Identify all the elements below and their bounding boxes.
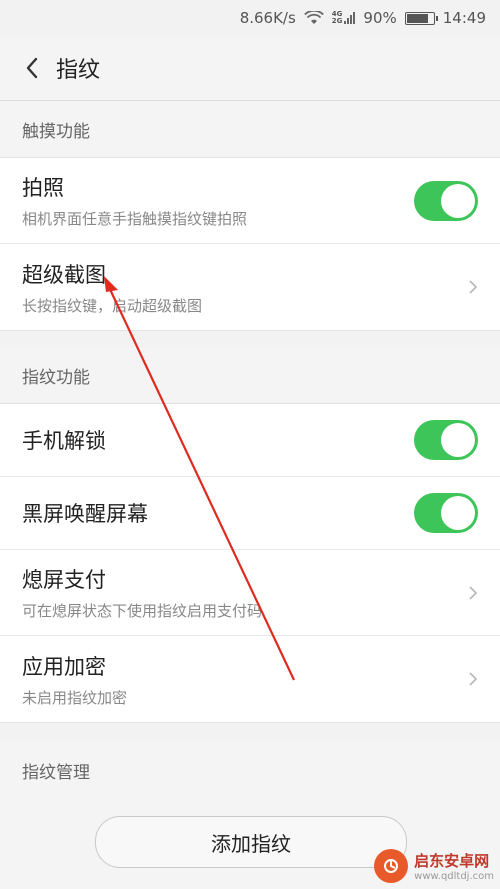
- touch-settings-card: 拍照 相机界面任意手指触摸指纹键拍照 超级截图 长按指纹键，启动超级截图: [0, 157, 500, 331]
- fingerprint-settings-card: 手机解锁 黑屏唤醒屏幕 熄屏支付 可在熄屏状态下使用指纹启用支付码 应用加密 未…: [0, 403, 500, 723]
- chevron-right-icon: [469, 585, 478, 600]
- section-label-manage: 指纹管理: [0, 740, 500, 800]
- setting-title-wake-screen: 黑屏唤醒屏幕: [22, 502, 148, 526]
- cellular-signal-icon: 4G 2G: [332, 11, 356, 25]
- battery-percent: 90%: [363, 9, 397, 27]
- watermark-name: 启东安卓网: [414, 852, 490, 870]
- photo-toggle[interactable]: [414, 180, 478, 221]
- setting-subtitle-photo: 相机界面任意手指触摸指纹键拍照: [22, 210, 248, 228]
- chevron-left-icon[interactable]: [12, 48, 52, 88]
- unlock-toggle[interactable]: [414, 420, 478, 460]
- add-fingerprint-button[interactable]: 添加指纹: [95, 816, 407, 868]
- page-title: 指纹: [56, 58, 101, 83]
- setting-row-app-lock[interactable]: 应用加密 未启用指纹加密: [0, 636, 500, 722]
- setting-title-screen-off-pay: 熄屏支付: [22, 568, 106, 592]
- watermark-logo-icon: [374, 849, 409, 883]
- wake-screen-toggle[interactable]: [414, 493, 478, 533]
- chevron-right-icon: [469, 672, 478, 686]
- setting-title-photo: 拍照: [22, 176, 64, 200]
- section-label-touch: 触摸功能: [0, 101, 500, 157]
- setting-subtitle-app-lock: 未启用指纹加密: [22, 688, 128, 707]
- setting-title-app-lock: 应用加密: [22, 654, 106, 679]
- setting-title-super-screenshot: 超级截图: [22, 262, 106, 287]
- network-speed: 8.66K/s: [239, 9, 296, 27]
- setting-subtitle-super-screenshot: 长按指纹键，启动超级截图: [22, 296, 203, 315]
- setting-row-screen-off-pay[interactable]: 熄屏支付 可在熄屏状态下使用指纹启用支付码: [0, 550, 500, 636]
- signal-tag-2: 2G: [331, 17, 343, 25]
- setting-row-unlock[interactable]: 手机解锁: [0, 404, 500, 477]
- watermark: 启东安卓网 www.qdltdj.com: [374, 849, 494, 883]
- status-bar: 8.66K/s 4G 2G 90% 14:49: [0, 0, 500, 36]
- wifi-icon: [303, 11, 324, 24]
- watermark-url: www.qdltdj.com: [414, 871, 494, 882]
- chevron-right-icon: [469, 280, 478, 294]
- app-header: 指纹: [0, 36, 500, 101]
- setting-row-super-screenshot[interactable]: 超级截图 长按指纹键，启动超级截图: [0, 244, 500, 330]
- setting-row-photo[interactable]: 拍照 相机界面任意手指触摸指纹键拍照: [0, 158, 500, 244]
- battery-icon: [404, 11, 438, 25]
- setting-title-unlock: 手机解锁: [22, 429, 106, 453]
- setting-subtitle-screen-off-pay: 可在熄屏状态下使用指纹启用支付码: [22, 602, 263, 620]
- setting-row-wake-screen[interactable]: 黑屏唤醒屏幕: [0, 477, 500, 550]
- clock: 14:49: [442, 9, 486, 27]
- section-label-fingerprint: 指纹功能: [0, 347, 500, 403]
